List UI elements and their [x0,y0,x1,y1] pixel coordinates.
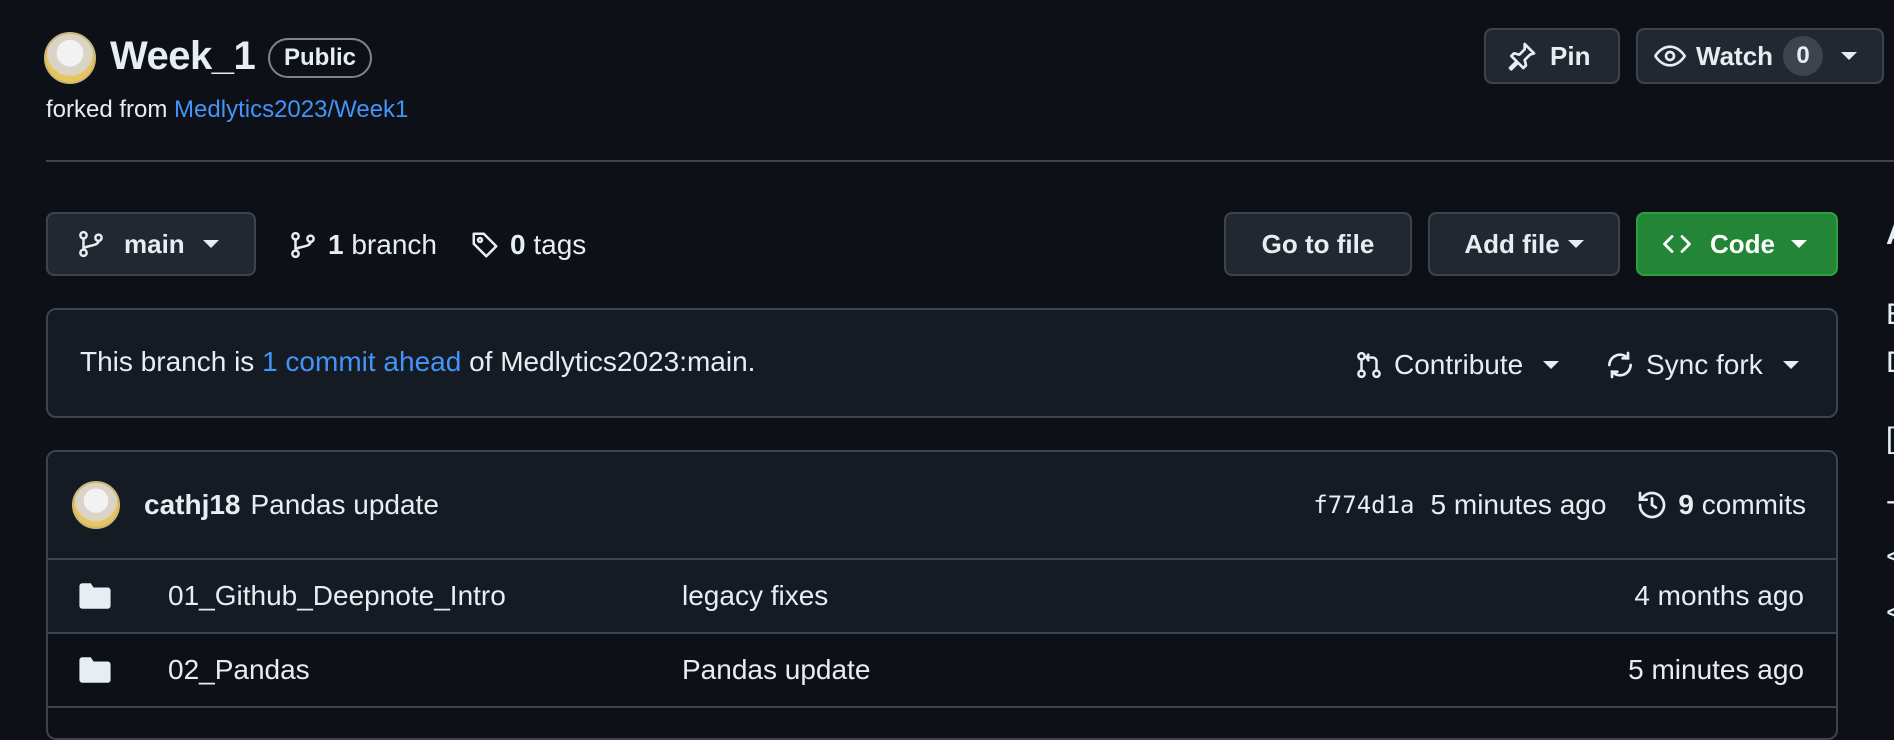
branch-icon [288,230,318,260]
forked-from: forked from Medlytics2023/Week1 [46,96,408,124]
pin-button[interactable]: Pin [1484,28,1620,84]
branch-icon [76,229,106,259]
sidebar-clipped-icon-2: - [1886,484,1894,518]
sidebar-clipped-icon-1: [ [1886,422,1894,455]
file-commit-message[interactable]: Pandas update [682,654,870,686]
tags-label: tags [533,229,587,260]
current-branch-label: main [124,228,185,259]
chevron-down-icon [1782,361,1799,369]
sidebar-clipped-text-2: D [1886,346,1894,380]
file-commit-message[interactable]: legacy fixes [682,580,828,612]
watch-label: Watch [1696,40,1774,71]
file-name[interactable]: 02_Pandas [168,654,682,686]
code-label: Code [1710,228,1775,259]
sidebar-clipped-heading: A [1886,218,1894,252]
pull-request-icon [1354,349,1384,381]
sync-icon [1604,349,1636,381]
folder-icon [78,655,142,685]
latest-commit-bar: cathj18 Pandas update f774d1a 5 minutes … [48,452,1836,560]
visibility-badge: Public [268,38,373,78]
sidebar-clipped-text-1: E [1886,298,1894,332]
sync-fork-button[interactable]: Sync fork [1604,342,1799,388]
commit-time: 5 minutes ago [1430,489,1607,520]
history-icon [1636,489,1668,521]
watch-button[interactable]: Watch 0 [1636,28,1884,84]
pin-icon [1506,40,1538,72]
commit-history-link[interactable]: 9 commits [1636,489,1806,521]
forked-source-link[interactable]: Medlytics2023/Week1 [174,96,408,123]
repo-name[interactable]: Week_1 [110,34,256,79]
add-file-label: Add file [1464,228,1560,259]
tags-link[interactable]: 0 tags [470,222,586,268]
file-commit-time: 4 months ago [1634,580,1804,611]
file-browser: cathj18 Pandas update f774d1a 5 minutes … [46,450,1838,740]
tags-count: 0 [510,229,526,260]
branch-selector[interactable]: main [46,212,256,276]
contribute-label: Contribute [1394,349,1524,380]
fork-status-banner: This branch is 1 commit ahead of Medlyti… [46,308,1838,418]
commit-sha[interactable]: f774d1a [1313,491,1414,519]
code-icon [1660,229,1694,259]
fork-status-suffix: of Medlytics2023:main. [469,346,756,377]
chevron-down-icon [1791,240,1807,248]
tag-icon [470,230,500,260]
pin-label: Pin [1550,40,1591,71]
sidebar-clipped-icon-3: < [1886,540,1894,574]
watch-count: 0 [1783,36,1824,76]
sync-fork-label: Sync fork [1646,349,1763,380]
commits-label: commits [1701,489,1806,520]
commit-author-avatar[interactable] [72,481,120,529]
branches-link[interactable]: 1 branch [288,222,437,268]
fork-status-text: This branch is 1 commit ahead of Medlyti… [80,346,755,378]
eye-icon [1654,40,1686,72]
fork-status-prefix: This branch is [80,346,255,377]
commit-message[interactable]: Pandas update [251,489,439,521]
commit-author[interactable]: cathj18 [144,489,241,521]
go-to-file-label: Go to file [1261,228,1375,259]
branches-count: 1 [328,229,344,260]
file-name[interactable]: 01_Github_Deepnote_Intro [168,580,682,612]
chevron-down-icon [1543,361,1560,369]
chevron-down-icon [1567,240,1584,248]
code-button[interactable]: Code [1636,212,1838,276]
header-divider [46,160,1894,162]
file-row[interactable]: 01_Github_Deepnote_Intro legacy fixes 4 … [48,560,1836,634]
sidebar-clipped-icon-4: < [1886,596,1894,630]
file-row[interactable]: 02_Pandas Pandas update 5 minutes ago [48,634,1836,708]
contribute-button[interactable]: Contribute [1354,342,1560,388]
file-commit-time: 5 minutes ago [1628,654,1804,685]
commits-ahead-link[interactable]: 1 commit ahead [262,346,461,377]
forked-prefix: forked from [46,96,168,123]
add-file-button[interactable]: Add file [1428,212,1620,276]
chevron-down-icon [1841,52,1858,60]
folder-icon [78,581,142,611]
repo-owner-avatar[interactable] [44,32,96,84]
commits-count: 9 [1678,489,1694,520]
go-to-file-button[interactable]: Go to file [1224,212,1412,276]
branches-label: branch [351,229,437,260]
chevron-down-icon [202,240,219,248]
